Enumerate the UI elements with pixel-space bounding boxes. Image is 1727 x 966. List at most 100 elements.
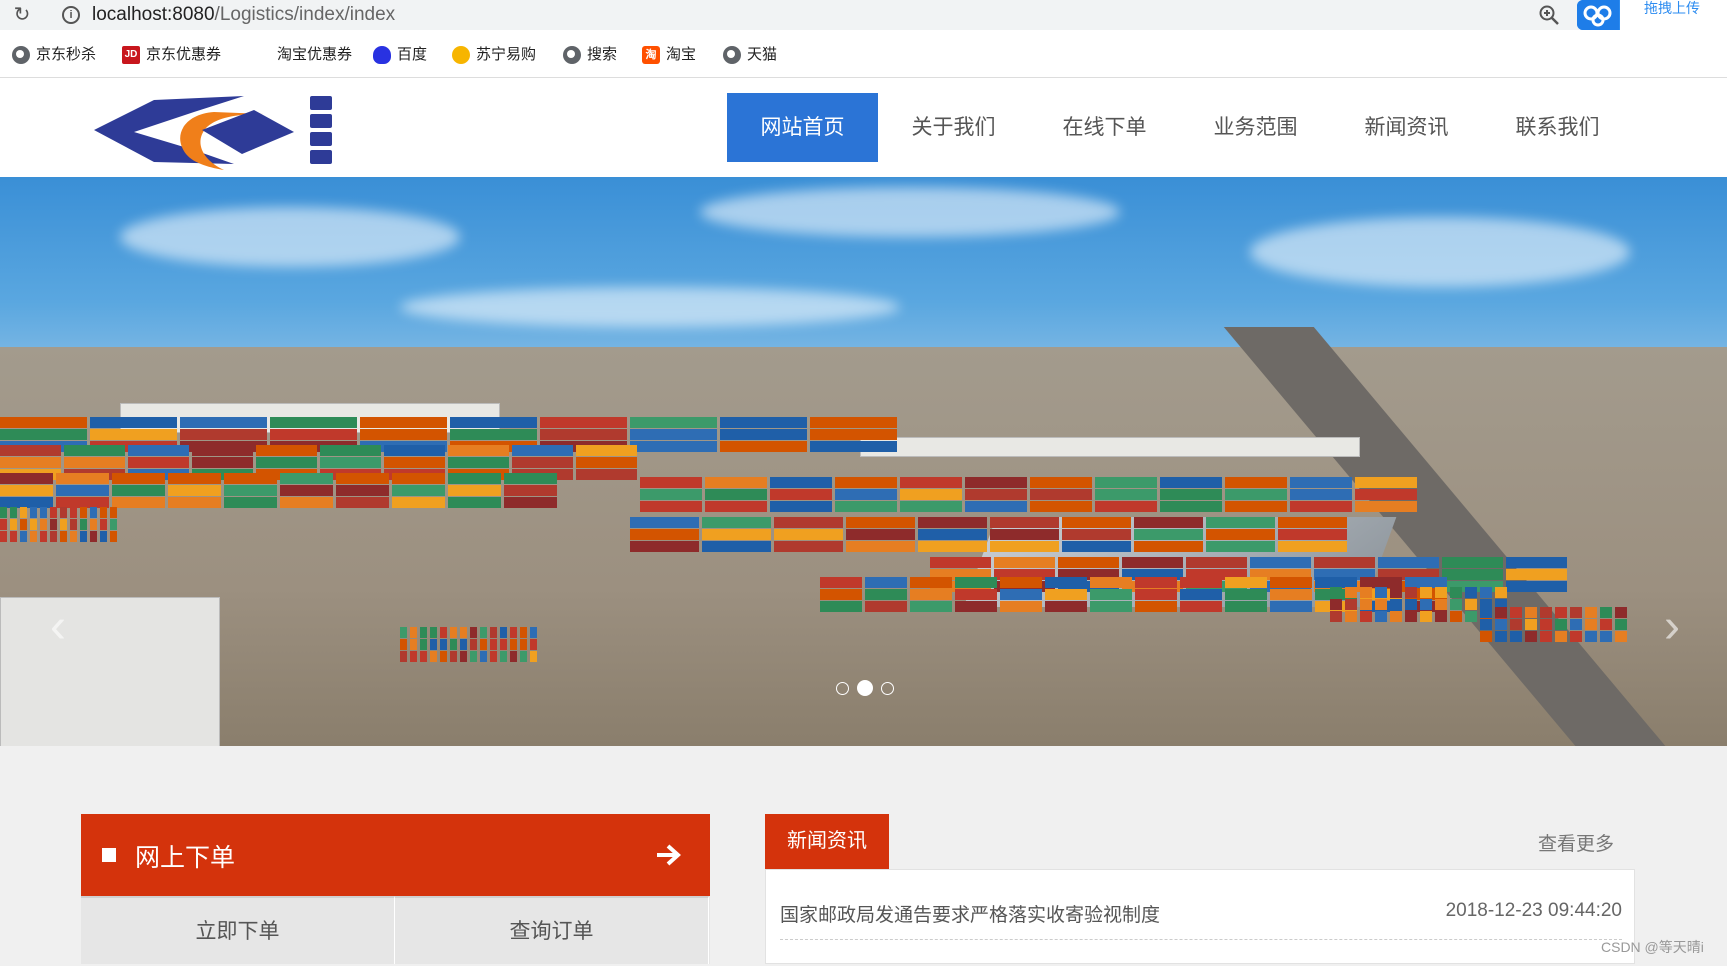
cloud (400, 287, 900, 327)
shipping-container (1000, 589, 1042, 600)
shipping-container (630, 517, 699, 528)
globe-icon (723, 46, 741, 64)
shipping-container (576, 457, 637, 468)
shipping-container (640, 477, 702, 488)
shipping-container (865, 589, 907, 600)
shipping-container (360, 417, 447, 428)
cloud-upload-icon[interactable] (1577, 0, 1619, 30)
url-host: localhost:8080 (92, 4, 215, 25)
shipping-container (64, 445, 125, 456)
shipping-container (1600, 631, 1612, 642)
shipping-container (576, 469, 637, 480)
bookmark-label: 京东优惠券 (146, 46, 222, 63)
bookmark-jd-coupon[interactable]: JD 京东优惠券 (122, 44, 221, 66)
shipping-container (1135, 589, 1177, 600)
upload-extension-label[interactable]: 拖拽上传 (1620, 0, 1727, 30)
shipping-container (910, 589, 952, 600)
bookmark-search[interactable]: 搜索 (563, 44, 617, 66)
nav-home[interactable]: 网站首页 (727, 93, 878, 162)
shipping-container (1000, 601, 1042, 612)
news-more-link[interactable]: 查看更多 (1538, 829, 1614, 856)
shipping-container (320, 457, 381, 468)
shipping-container (360, 429, 447, 440)
shipping-container (1030, 477, 1092, 488)
shipping-container (702, 517, 771, 528)
shipping-container (630, 441, 717, 452)
shipping-container (540, 429, 627, 440)
bookmark-suning[interactable]: 苏宁易购 (452, 44, 536, 66)
carousel-dot[interactable] (881, 681, 894, 695)
globe-icon (563, 46, 581, 64)
shipping-container (1495, 607, 1507, 618)
reload-icon[interactable]: ↻ (10, 3, 34, 27)
bookmark-label: 京东秒杀 (36, 46, 97, 63)
shipping-container (0, 519, 7, 530)
shipping-container (1045, 601, 1087, 612)
shipping-container (1134, 517, 1203, 528)
news-item-title[interactable]: 国家邮政局发通告要求严格落实收寄验视制度 (780, 900, 1160, 927)
warehouse (0, 597, 220, 746)
hero-carousel[interactable]: ‹ › (0, 177, 1727, 746)
shipping-container (540, 417, 627, 428)
news-tab[interactable]: 新闻资讯 (765, 814, 889, 869)
bookmark-taobao[interactable]: 淘淘宝 (642, 44, 696, 66)
nav-order-online[interactable]: 在线下单 (1029, 93, 1180, 162)
shipping-container (256, 445, 317, 456)
nav-contact[interactable]: 联系我们 (1482, 93, 1633, 162)
shipping-container (448, 485, 501, 496)
cloud (120, 207, 460, 267)
shipping-container (1506, 557, 1567, 568)
shipping-container (480, 651, 487, 662)
carousel-next-icon[interactable]: › (1652, 603, 1692, 651)
shipping-container (384, 445, 445, 456)
company-logo[interactable] (94, 92, 339, 172)
shipping-container (512, 457, 573, 468)
shipping-container (490, 639, 497, 650)
shipping-container (900, 501, 962, 512)
bookmark-jd-miaosha[interactable]: 京东秒杀 (12, 44, 96, 66)
online-order-panel: 网上下单 立即下单 查询订单 (81, 814, 710, 964)
shipping-container (930, 557, 991, 568)
nav-news[interactable]: 新闻资讯 (1331, 93, 1482, 162)
url-text[interactable]: localhost:8080/Logistics/index/index (92, 4, 395, 26)
shipping-container (1570, 631, 1582, 642)
shipping-container (448, 445, 509, 456)
place-order-button[interactable]: 立即下单 (81, 896, 395, 964)
shipping-container (630, 541, 699, 552)
nav-about[interactable]: 关于我们 (878, 93, 1029, 162)
shipping-container (1330, 611, 1342, 622)
query-order-button[interactable]: 查询订单 (395, 896, 709, 964)
shipping-container (1345, 611, 1357, 622)
shipping-container (918, 517, 987, 528)
shipping-container (510, 639, 517, 650)
shipping-container (1555, 631, 1567, 642)
shipping-container (128, 457, 189, 468)
shipping-container (500, 639, 507, 650)
shipping-container (1480, 587, 1492, 598)
news-item[interactable]: 国家邮政局发通告要求严格落实收寄验视制度 2018-12-23 09:44:20 (780, 900, 1622, 940)
bookmark-label: 百度 (397, 46, 428, 63)
bookmark-baidu[interactable]: 百度 (373, 44, 427, 66)
shipping-container (336, 497, 389, 508)
shipping-container (460, 627, 467, 638)
shipping-container (0, 445, 61, 456)
shipping-container (1270, 601, 1312, 612)
carousel-dot-active[interactable] (857, 680, 873, 696)
shipping-container (1180, 577, 1222, 588)
shipping-container (1090, 577, 1132, 588)
carousel-dot[interactable] (836, 681, 849, 695)
carousel-prev-icon[interactable]: ‹ (38, 603, 78, 651)
arrow-right-icon[interactable] (654, 840, 684, 870)
nav-services[interactable]: 业务范围 (1180, 93, 1331, 162)
shipping-container (392, 497, 445, 508)
shipping-container (1600, 619, 1612, 630)
shipping-container (1355, 477, 1417, 488)
order-panel-header[interactable]: 网上下单 (81, 814, 710, 896)
bookmark-tmall[interactable]: 天猫 (723, 44, 777, 66)
shipping-container (180, 429, 267, 440)
site-info-icon[interactable]: i (62, 6, 80, 24)
bookmark-taobao-coupon[interactable]: 淘宝优惠券 (277, 44, 352, 66)
shipping-container (965, 477, 1027, 488)
zoom-icon[interactable] (1538, 4, 1560, 26)
shipping-container (1160, 489, 1222, 500)
